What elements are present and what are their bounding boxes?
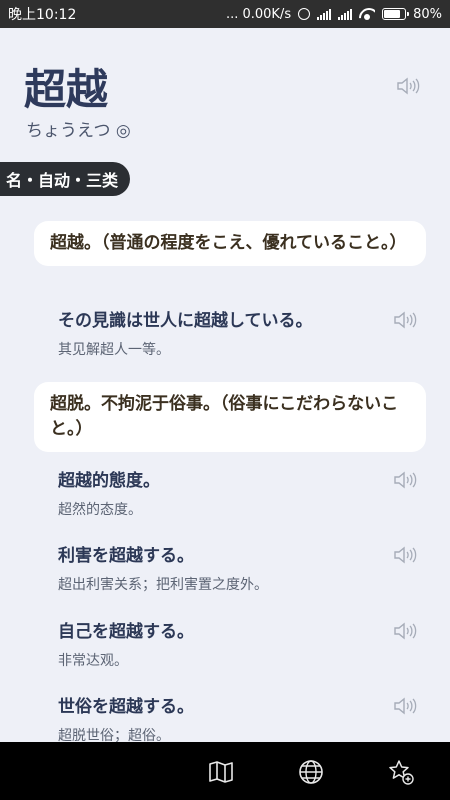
example-chinese: 超然的态度。: [58, 502, 142, 518]
speaker-icon[interactable]: [393, 470, 417, 490]
speaker-icon[interactable]: [396, 76, 420, 96]
status-icons: ... 0.00K/s 80%: [226, 7, 442, 22]
example-japanese: 超越的態度。: [58, 471, 160, 491]
dictionary-entry: 超越 ちょうえつ ◎ 名・自动・三类 超越。（普通の程度をこえ、優れていること。…: [0, 28, 450, 742]
alarm-icon: [298, 8, 311, 20]
star-add-icon[interactable]: [387, 758, 415, 786]
bottom-toolbar: [0, 742, 450, 800]
network-speed: ... 0.00K/s: [225, 6, 292, 22]
map-icon[interactable]: [207, 758, 235, 786]
example-item: 自己を超越する。 非常达观。: [58, 620, 388, 670]
example-item: 利害を超越する。 超出利害关系；把利害置之度外。: [58, 544, 388, 594]
example-chinese: 其见解超人一等。: [58, 342, 170, 358]
example-japanese: その見識は世人に超越している。: [58, 311, 313, 331]
status-bar: 晚上10:12 ... 0.00K/s 80%: [0, 0, 450, 28]
example-item: 世俗を超越する。 超脱世俗；超俗。: [58, 695, 388, 742]
reading: ちょうえつ ◎: [26, 121, 131, 141]
speaker-icon[interactable]: [393, 621, 417, 641]
example-item: 超越的態度。 超然的态度。: [58, 469, 388, 519]
example-japanese: 自己を超越する。: [58, 622, 194, 642]
example-chinese: 超脱世俗；超俗。: [58, 728, 170, 742]
speaker-icon[interactable]: [393, 310, 417, 330]
example-japanese: 世俗を超越する。: [58, 697, 194, 717]
speaker-icon[interactable]: [393, 696, 417, 716]
example-chinese: 非常达观。: [58, 653, 128, 669]
wifi-icon: [359, 8, 375, 20]
example-chinese: 超出利害关系；把利害置之度外。: [58, 577, 268, 593]
speaker-icon[interactable]: [393, 545, 417, 565]
part-of-speech-badge: 名・自动・三类: [0, 162, 131, 196]
example-japanese: 利害を超越する。: [58, 546, 194, 566]
signal-icon: [317, 8, 332, 20]
headword: 超越: [24, 65, 109, 114]
battery-percent: 80%: [413, 6, 442, 22]
definition-card: 超越。（普通の程度をこえ、優れていること。）: [34, 221, 426, 266]
definition-card: 超脱。不拘泥于俗事。（俗事にこだわらないこと。）: [34, 382, 426, 452]
example-item: その見識は世人に超越している。 其见解超人一等。: [58, 309, 388, 359]
signal-icon-2: [338, 8, 353, 20]
globe-icon[interactable]: [297, 758, 325, 786]
battery-icon: [382, 8, 410, 20]
status-time: 晚上10:12: [8, 7, 77, 23]
